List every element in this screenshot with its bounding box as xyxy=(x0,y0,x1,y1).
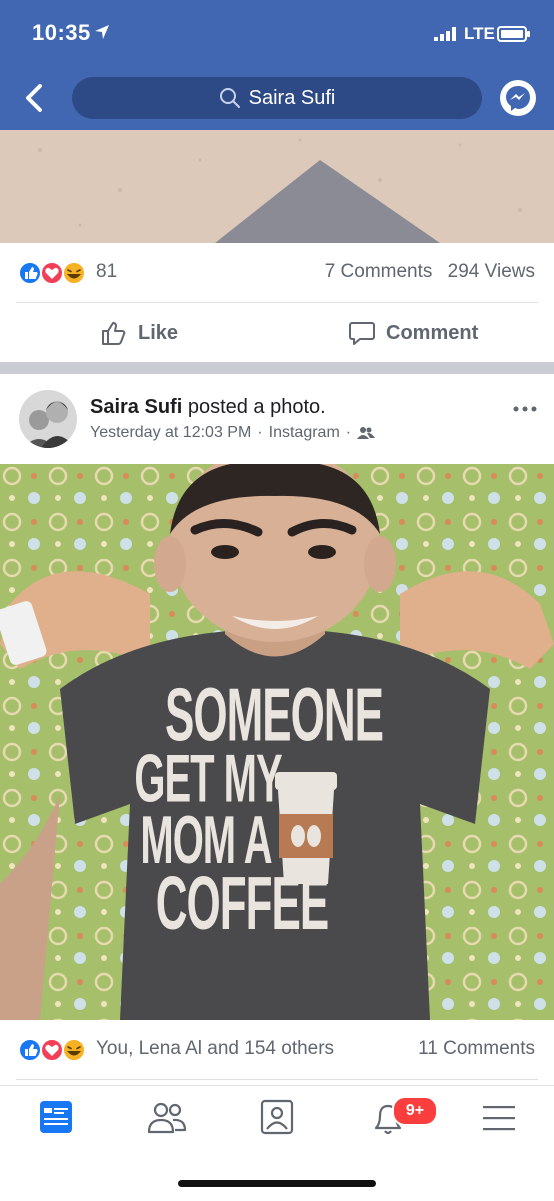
more-dots-icon xyxy=(513,406,537,412)
like-label: Like xyxy=(138,321,179,344)
photo-image: SOMEONE GET MY MOM A COFFEE xyxy=(0,464,554,1020)
previous-post-photo[interactable] xyxy=(0,130,554,243)
like-button[interactable]: Like xyxy=(100,303,178,363)
top-nav-bar: Saira Sufi xyxy=(0,66,554,130)
post-action: posted a photo. xyxy=(187,396,326,418)
like-thumb-icon xyxy=(102,322,126,345)
reaction-icons[interactable] xyxy=(18,1038,90,1062)
notification-badge: 9+ xyxy=(392,1096,438,1126)
friends-icon xyxy=(147,1102,187,1134)
coffee-cup-graphic xyxy=(275,772,337,884)
search-query: Saira Sufi xyxy=(248,86,336,109)
messenger-button[interactable] xyxy=(500,80,536,116)
back-button[interactable] xyxy=(18,78,54,118)
search-icon xyxy=(219,88,240,108)
meta-separator: · xyxy=(345,424,352,441)
home-indicator[interactable] xyxy=(178,1180,376,1187)
menu-icon xyxy=(483,1106,515,1131)
post-timestamp[interactable]: Yesterday at 12:03 PM xyxy=(90,424,251,442)
battery-icon xyxy=(497,26,530,42)
avatar[interactable] xyxy=(19,390,77,448)
comment-label: Comment xyxy=(386,321,479,344)
status-bar: 10:35 LTE xyxy=(0,0,554,66)
floor-image xyxy=(0,130,554,243)
comments-count[interactable]: 11 Comments xyxy=(418,1038,535,1060)
reaction-icons[interactable] xyxy=(18,261,90,285)
status-time: 10:35 xyxy=(32,20,91,45)
tab-profile[interactable] xyxy=(253,1098,301,1138)
meta-separator: · xyxy=(257,424,263,441)
reactions-summary[interactable]: You, Lena Al and 154 others xyxy=(96,1038,334,1060)
back-arrow-icon xyxy=(26,84,42,112)
comment-bubble-icon xyxy=(349,322,375,345)
tab-menu[interactable] xyxy=(475,1098,523,1138)
comments-count[interactable]: 7 Comments xyxy=(325,261,433,282)
location-arrow-icon xyxy=(95,25,109,39)
post2-header: Saira Sufi posted a photo. Yesterday at … xyxy=(0,372,554,464)
tab-friends[interactable] xyxy=(143,1098,191,1138)
author-name[interactable]: Saira Sufi xyxy=(90,396,182,418)
avatar-image xyxy=(19,390,77,448)
friends-audience-icon xyxy=(357,427,376,439)
views-count[interactable]: 294 Views xyxy=(448,261,535,282)
news-feed-icon xyxy=(40,1101,72,1133)
profile-icon xyxy=(260,1099,294,1135)
more-options-button[interactable] xyxy=(512,400,538,418)
post-photo[interactable]: SOMEONE GET MY MOM A COFFEE xyxy=(0,464,554,1020)
reaction-count[interactable]: 81 xyxy=(96,261,117,283)
post1-actions: Like Comment xyxy=(0,303,554,363)
divider xyxy=(16,1079,538,1080)
search-bar[interactable]: Saira Sufi xyxy=(72,77,482,119)
post-source[interactable]: Instagram xyxy=(269,424,340,442)
signal-bars-icon xyxy=(434,27,456,41)
network-type: LTE xyxy=(464,24,495,43)
post2-reactions-row: You, Lena Al and 154 others 11 Comments xyxy=(0,1020,554,1078)
tab-news-feed[interactable] xyxy=(32,1098,80,1138)
messenger-icon xyxy=(506,86,530,111)
comment-button[interactable]: Comment xyxy=(348,303,478,363)
post1-reactions-row: 81 7 Comments 294 Views xyxy=(0,243,554,301)
